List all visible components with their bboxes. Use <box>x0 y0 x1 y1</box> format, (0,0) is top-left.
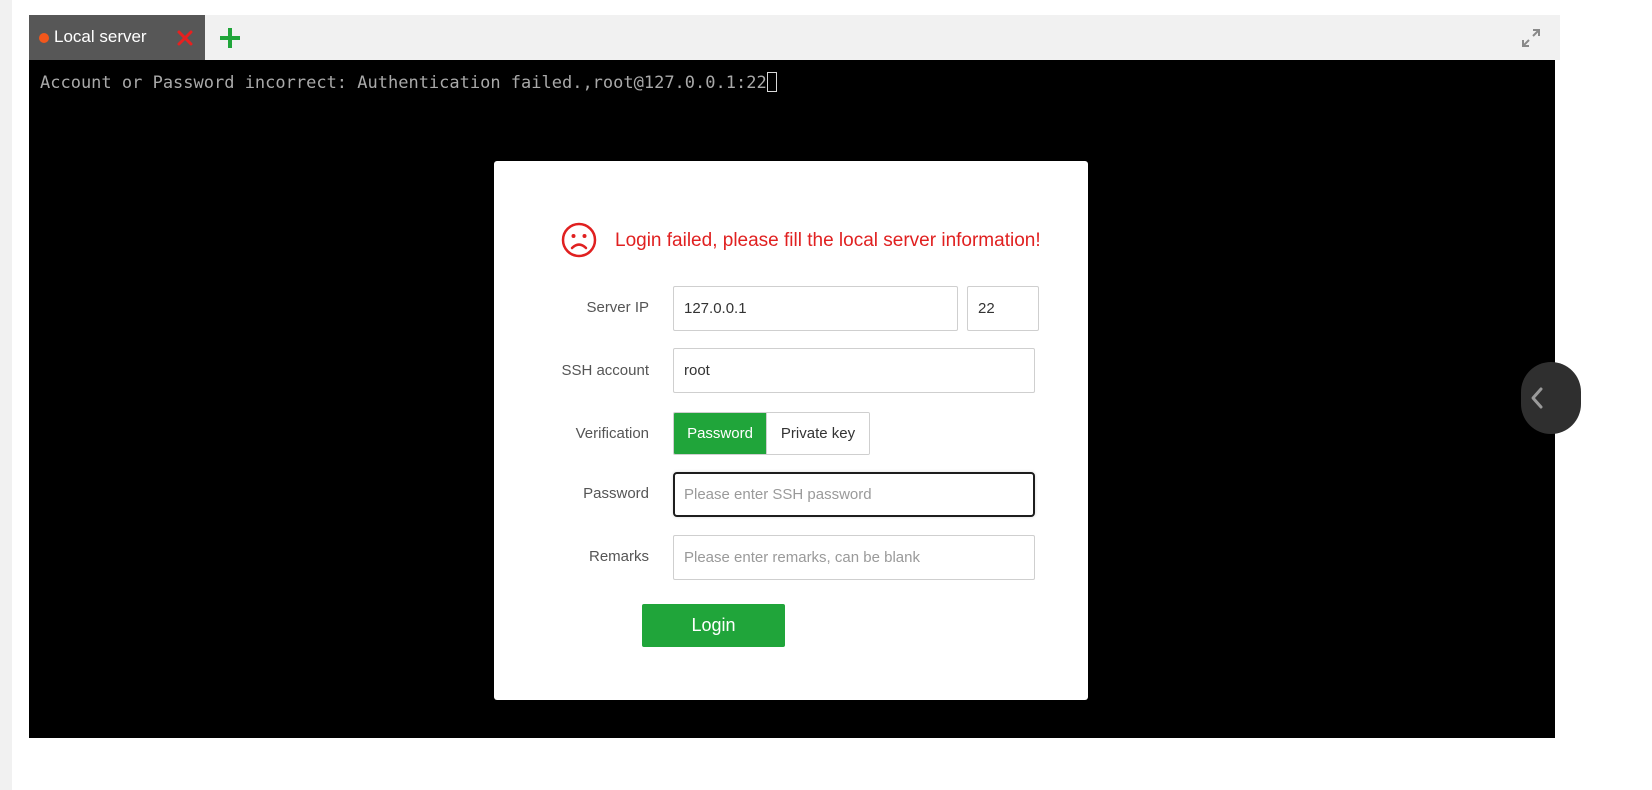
login-button[interactable]: Login <box>642 604 785 647</box>
server-ip-input[interactable] <box>673 286 958 331</box>
error-message: Login failed, please fill the local serv… <box>615 230 1041 251</box>
remarks-label: Remarks <box>588 548 649 565</box>
chevron-left-icon <box>1531 387 1543 409</box>
terminal-cursor <box>766 72 777 92</box>
remarks-input[interactable] <box>673 535 1035 580</box>
tab-label: Local server <box>54 27 147 46</box>
ssh-account-label: SSH account <box>561 362 649 379</box>
server-ip-label: Server IP <box>586 299 649 316</box>
ssh-account-input[interactable] <box>673 348 1035 393</box>
plus-icon[interactable] <box>219 27 241 49</box>
side-panel-toggle[interactable] <box>1521 362 1581 434</box>
close-icon[interactable] <box>175 28 195 48</box>
verification-private-key-button[interactable]: Private key <box>766 413 869 454</box>
login-dialog: Login failed, please fill the local serv… <box>494 161 1088 700</box>
tab-local-server[interactable]: Local server <box>29 15 205 60</box>
port-input[interactable] <box>967 286 1039 331</box>
terminal-output-text: Account or Password incorrect: Authentic… <box>40 73 767 93</box>
expand-icon[interactable] <box>1520 27 1542 49</box>
status-dot-icon <box>39 33 49 43</box>
sad-face-icon <box>561 222 597 258</box>
password-input[interactable] <box>673 472 1035 517</box>
password-label: Password <box>583 485 649 502</box>
tab-bar: Local server <box>29 15 1560 60</box>
verification-toggle: Password Private key <box>673 412 870 455</box>
terminal-output-line: Account or Password incorrect: Authentic… <box>40 72 777 94</box>
verification-password-button[interactable]: Password <box>674 413 766 454</box>
verification-label: Verification <box>575 425 649 442</box>
